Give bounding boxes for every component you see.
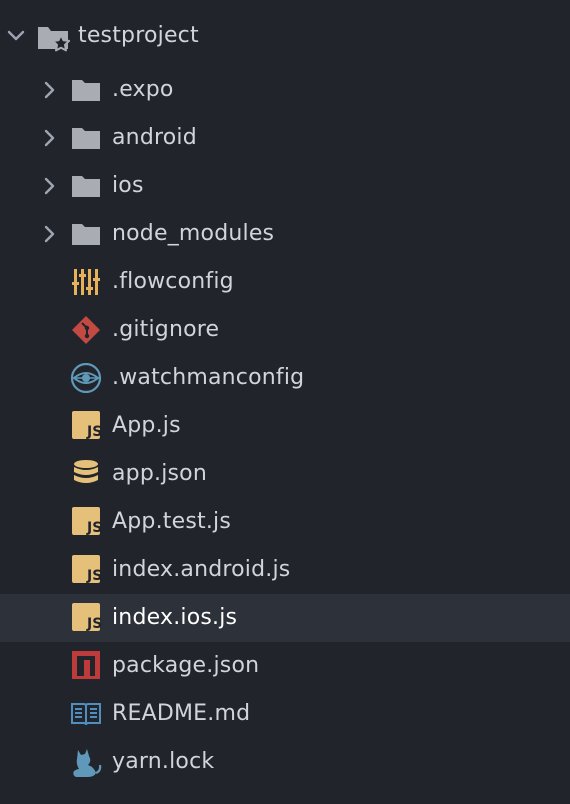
yarn-cat-icon [70,747,102,777]
database-icon [72,459,102,489]
tree-item-ios[interactable]: ios [0,162,570,210]
chevron-right-icon[interactable] [40,80,60,100]
folder-icon [71,219,101,249]
tree-item-label: ios [112,173,144,198]
js-icon: JS [72,555,102,585]
tree-item-app-js[interactable]: JS App.js [0,402,570,450]
folder-icon [71,123,101,153]
tree-item-gitignore[interactable]: .gitignore [0,306,570,354]
folder-icon [71,75,101,105]
file-tree: testproject .expo android ios node_modul… [0,0,570,804]
js-icon: JS [72,507,102,537]
tree-item-label: index.android.js [112,557,291,582]
tree-root-label: testproject [78,23,199,48]
svg-text:JS: JS [86,568,102,584]
tree-item-label: node_modules [112,221,275,246]
tree-item-label: README.md [112,701,251,726]
tree-item-label: .expo [112,77,174,102]
tree-item-label: .gitignore [112,317,220,342]
readme-book-icon [70,699,102,729]
tree-item-label: .watchmanconfig [112,365,305,390]
chevron-right-icon[interactable] [40,224,60,244]
svg-text:JS: JS [86,616,102,632]
tree-item-yarn-lock[interactable]: yarn.lock [0,738,570,786]
tree-item-watchmanconfig[interactable]: .watchmanconfig [0,354,570,402]
chevron-right-icon[interactable] [40,176,60,196]
tree-item-index-android-js[interactable]: JS index.android.js [0,546,570,594]
tree-item-label: App.test.js [112,509,231,534]
repo-folder-icon [36,21,71,52]
tree-item-readme-md[interactable]: README.md [0,690,570,738]
tree-root-testproject[interactable]: testproject [0,12,570,60]
tree-item-expo[interactable]: .expo [0,66,570,114]
tree-item-label: App.js [112,413,181,438]
tree-item-android[interactable]: android [0,114,570,162]
tree-item-label: android [112,125,197,150]
tree-item-label: yarn.lock [112,749,215,774]
svg-text:JS: JS [86,424,102,440]
tree-item-index-ios-js[interactable]: JS index.ios.js [0,594,570,642]
svg-text:JS: JS [86,520,102,536]
js-icon: JS [72,603,102,633]
folder-icon [71,171,101,201]
tree-item-label: app.json [112,461,207,486]
tree-item-app-test-js[interactable]: JS App.test.js [0,498,570,546]
watchman-eye-icon [69,363,103,393]
tree-item-label: package.json [112,653,260,678]
config-sliders-icon [71,267,101,297]
js-icon: JS [72,411,102,441]
tree-item-package-json[interactable]: package.json [0,642,570,690]
chevron-right-icon[interactable] [40,128,60,148]
tree-item-label: index.ios.js [112,605,238,630]
tree-item-label: .flowconfig [112,269,234,294]
tree-item-app-json[interactable]: app.json [0,450,570,498]
git-icon [71,315,101,345]
tree-item-flowconfig[interactable]: .flowconfig [0,258,570,306]
chevron-down-icon[interactable] [6,26,26,46]
tree-item-node-modules[interactable]: node_modules [0,210,570,258]
npm-icon [72,651,102,681]
